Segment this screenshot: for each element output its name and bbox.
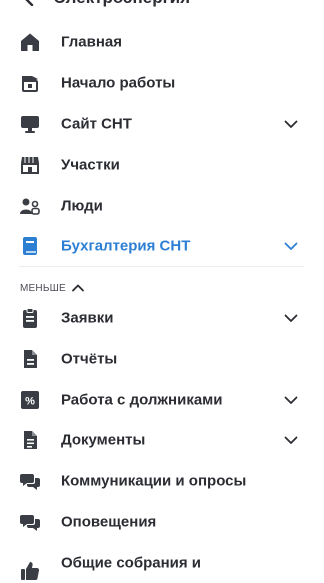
menu-item-requests[interactable]: Заявки: [0, 298, 324, 338]
menu-item-label: Коммуникации и опросы: [61, 472, 247, 490]
menu-item-reports[interactable]: Отчёты: [0, 339, 324, 379]
show-less-label: МЕНЬШЕ: [20, 282, 66, 294]
monitor-icon: [19, 113, 41, 135]
divider: [19, 266, 304, 267]
chevron-down-icon[interactable]: [283, 238, 299, 254]
menu-item-label: Главная: [61, 33, 123, 51]
menu-item-notifications[interactable]: Оповещения: [0, 502, 324, 542]
chevron-down-icon[interactable]: [283, 392, 299, 408]
chevron-down-icon[interactable]: [283, 116, 299, 132]
back-button[interactable]: [22, 0, 36, 8]
chevron-up-icon: [71, 284, 84, 292]
people-icon: [19, 195, 41, 217]
menu-item-communications[interactable]: Коммуникации и опросы: [0, 461, 324, 501]
menu-item-label: Документы: [61, 431, 146, 449]
menu-item-label: Участки: [61, 156, 120, 174]
document-icon: [19, 348, 41, 370]
page-title: Электроэнергия: [54, 0, 190, 8]
menu-item-label: Бухгалтерия СНТ: [61, 237, 191, 255]
store-icon: [19, 154, 41, 176]
menu-item-label: Сайт СНТ: [61, 115, 132, 133]
menu-item-label: Начало работы: [61, 74, 176, 92]
menu-item-getting-started[interactable]: Начало работы: [0, 63, 324, 103]
chat-bubbles-icon: [19, 511, 41, 533]
graduation-cap-icon: [19, 72, 41, 94]
clipboard-icon: [19, 307, 41, 329]
home-icon: [19, 31, 41, 53]
chevron-down-icon[interactable]: [283, 432, 299, 448]
thumb-up-icon: [19, 560, 41, 582]
menu-item-plots[interactable]: Участки: [0, 145, 324, 185]
chevron-down-icon[interactable]: [283, 310, 299, 326]
menu-item-label: Отчёты: [61, 350, 118, 368]
menu-item-documents[interactable]: Документы: [0, 420, 324, 460]
percent-icon: %: [19, 389, 41, 411]
svg-text:%: %: [25, 396, 35, 408]
menu-item-home[interactable]: Главная: [0, 22, 324, 62]
menu-item-people[interactable]: Люди: [0, 186, 324, 226]
menu-item-accounting[interactable]: Бухгалтерия СНТ: [0, 226, 324, 266]
file-icon: [19, 429, 41, 451]
menu-item-label: Заявки: [61, 309, 114, 327]
top-bar: Электроэнергия: [0, 0, 324, 10]
menu-item-label: Общие собрания и: [61, 554, 202, 572]
menu-item-meetings[interactable]: Общие собрания и: [0, 543, 324, 583]
show-less-toggle[interactable]: МЕНЬШЕ: [20, 280, 84, 296]
menu-item-debtors[interactable]: % Работа с должниками: [0, 380, 324, 420]
menu-item-label: Люди: [61, 197, 103, 215]
menu-item-site[interactable]: Сайт СНТ: [0, 104, 324, 144]
chevron-left-icon: [25, 0, 34, 6]
chat-icon: [19, 470, 41, 492]
menu-item-label: Оповещения: [61, 513, 157, 531]
book-icon: [19, 235, 41, 257]
menu-item-label: Работа с должниками: [61, 391, 223, 409]
